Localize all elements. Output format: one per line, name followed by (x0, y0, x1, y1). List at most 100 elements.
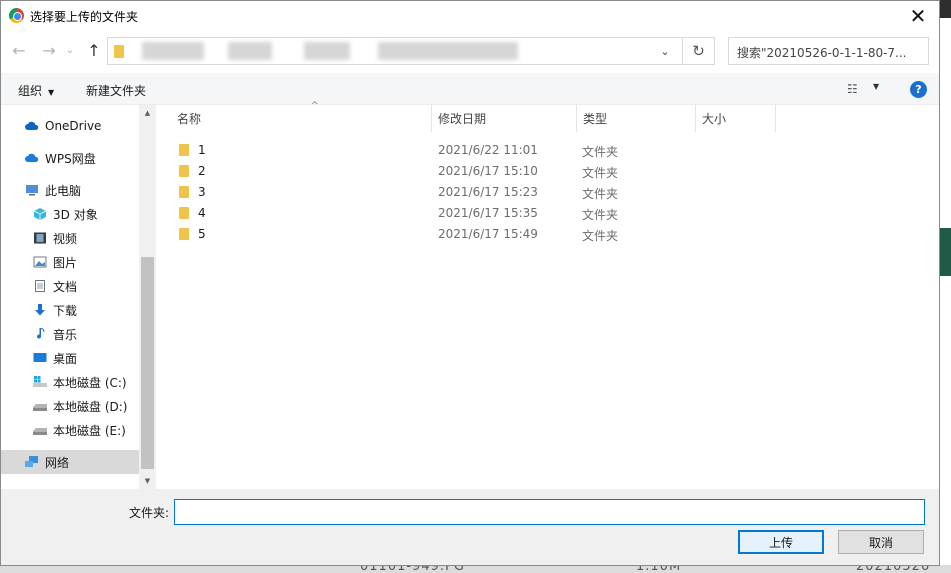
column-header-size[interactable]: 大小 (696, 105, 776, 132)
scroll-down-icon[interactable]: ▼ (139, 473, 156, 489)
cancel-button[interactable]: 取消 (838, 530, 924, 554)
scrollbar-thumb[interactable] (141, 257, 154, 469)
address-path-redacted (304, 42, 350, 60)
folder-picker-dialog: 选择要上传的文件夹 ✕ ← → ⌄ ↑ ⌄ ↻ 搜索"20210526-0-1-… (0, 0, 940, 566)
address-bar[interactable]: ⌄ ↻ (107, 37, 715, 65)
file-type: 文件夹 (582, 187, 619, 201)
refresh-button[interactable]: ↻ (682, 38, 714, 64)
sidebar-item-onedrive[interactable]: OneDrive (1, 114, 139, 138)
sidebar-item-label: WPS网盘 (45, 151, 96, 166)
sidebar-item-3d-objects[interactable]: 3D 对象 (1, 202, 139, 226)
address-dropdown-button[interactable]: ⌄ (650, 38, 680, 64)
film-icon (34, 232, 46, 244)
new-folder-label: 新建文件夹 (86, 84, 147, 98)
file-date: 2021/6/17 15:35 (438, 206, 538, 220)
sidebar-item-videos[interactable]: 视频 (1, 226, 139, 250)
upload-button[interactable]: 上传 (738, 530, 824, 554)
search-input[interactable]: 搜索"20210526-0-1-1-80-7... (737, 44, 922, 61)
forward-button[interactable]: → (38, 39, 60, 61)
background-file-date: 20210526 (856, 565, 931, 573)
cloud-icon (25, 121, 39, 130)
sidebar-item-drive-c[interactable]: 本地磁盘 (C:) (1, 370, 139, 394)
table-row[interactable]: 3 2021/6/17 15:23 文件夹 (157, 181, 777, 202)
sidebar-item-music[interactable]: 音乐 (1, 322, 139, 346)
background-app-edge (940, 0, 951, 573)
document-icon (35, 280, 45, 292)
sidebar-item-label: OneDrive (45, 119, 102, 133)
close-button[interactable]: ✕ (895, 1, 939, 31)
background-app-banner (940, 228, 951, 276)
column-header-date[interactable]: 修改日期 (432, 105, 577, 132)
file-date: 2021/6/17 15:23 (438, 185, 538, 199)
arrow-right-icon: → (42, 40, 56, 60)
background-app-header (940, 0, 951, 18)
column-header-type[interactable]: 类型 (577, 105, 696, 132)
sort-ascending-icon: ^ (311, 101, 319, 111)
folder-icon (179, 165, 189, 177)
file-type: 文件夹 (582, 229, 619, 243)
folder-icon (114, 45, 124, 58)
view-options-icon[interactable]: ☷ (847, 82, 865, 96)
sidebar-item-drive-d[interactable]: 本地磁盘 (D:) (1, 394, 139, 418)
back-button[interactable]: ← (8, 39, 30, 61)
recent-locations-button[interactable]: ⌄ (63, 39, 77, 61)
new-folder-button[interactable]: 新建文件夹 (86, 82, 146, 99)
folder-icon (179, 144, 189, 156)
sidebar-item-label: 桌面 (53, 351, 78, 366)
file-name: 2 (198, 164, 206, 178)
sidebar-item-label: 视频 (53, 231, 78, 246)
file-date: 2021/6/17 15:10 (438, 164, 538, 178)
close-icon: ✕ (909, 4, 927, 28)
caret-down-icon[interactable]: ▼ (873, 82, 879, 91)
file-name: 1 (198, 143, 206, 157)
scroll-up-icon[interactable]: ▲ (139, 105, 156, 121)
command-toolbar: 组织 ▼ 新建文件夹 ☷ ▼ ? (1, 73, 939, 105)
background-app-file-row: 01101-949.PG 1.10M 20210526 (0, 565, 951, 573)
sidebar-item-network[interactable]: 网络 (1, 450, 139, 474)
up-button[interactable]: ↑ (83, 39, 105, 61)
sidebar-item-label: 下载 (53, 303, 78, 318)
sidebar-item-label: 图片 (53, 255, 78, 270)
sidebar-item-documents[interactable]: 文档 (1, 274, 139, 298)
address-path-redacted (378, 42, 518, 60)
organize-label: 组织 (18, 84, 43, 98)
column-header-name[interactable]: 名称 ^ (171, 101, 432, 132)
table-row[interactable]: 4 2021/6/17 15:35 文件夹 (157, 202, 777, 223)
search-box[interactable]: 搜索"20210526-0-1-1-80-7... (728, 37, 929, 65)
sidebar-scrollbar[interactable]: ▲ ▼ (139, 105, 156, 489)
sidebar-item-label: 此电脑 (45, 183, 82, 198)
sidebar-item-downloads[interactable]: 下载 (1, 298, 139, 322)
refresh-icon: ↻ (692, 42, 705, 60)
folder-name-input[interactable] (174, 499, 925, 525)
sidebar-item-label: 网络 (45, 455, 70, 470)
organize-button[interactable]: 组织 ▼ (18, 82, 54, 99)
arrow-left-icon: ← (12, 40, 26, 60)
drive-icon (33, 404, 47, 411)
navigation-pane: OneDrive WPS网盘 此电脑 3D 对象 视频 图片 文档 下载 音乐 … (1, 105, 156, 489)
picture-icon (33, 256, 47, 268)
sidebar-item-drive-e[interactable]: 本地磁盘 (E:) (1, 418, 139, 442)
windows-drive-icon (33, 376, 47, 387)
file-date: 2021/6/17 15:49 (438, 227, 538, 241)
sidebar-item-label: 本地磁盘 (D:) (53, 399, 128, 414)
file-type: 文件夹 (582, 166, 619, 180)
file-type: 文件夹 (582, 145, 619, 159)
folder-icon (179, 228, 189, 240)
help-icon[interactable]: ? (910, 81, 927, 98)
sidebar-item-this-pc[interactable]: 此电脑 (1, 178, 139, 202)
table-row[interactable]: 5 2021/6/17 15:49 文件夹 (157, 223, 777, 244)
sidebar-item-desktop[interactable]: 桌面 (1, 346, 139, 370)
sidebar-item-wps-cloud[interactable]: WPS网盘 (1, 146, 139, 170)
file-name: 4 (198, 206, 206, 220)
sidebar-item-label: 3D 对象 (53, 207, 98, 222)
computer-icon (26, 185, 38, 196)
table-row[interactable]: 2 2021/6/17 15:10 文件夹 (157, 160, 777, 181)
file-list: 名称 ^ 修改日期 类型 大小 1 2021/6/22 11:01 文件夹 2 … (157, 101, 939, 489)
chrome-icon (9, 8, 24, 23)
file-name: 5 (198, 227, 206, 241)
sidebar-item-pictures[interactable]: 图片 (1, 250, 139, 274)
table-row[interactable]: 1 2021/6/22 11:01 文件夹 (157, 139, 777, 160)
folder-icon (179, 186, 189, 198)
file-type: 文件夹 (582, 208, 619, 222)
download-icon (35, 304, 45, 316)
